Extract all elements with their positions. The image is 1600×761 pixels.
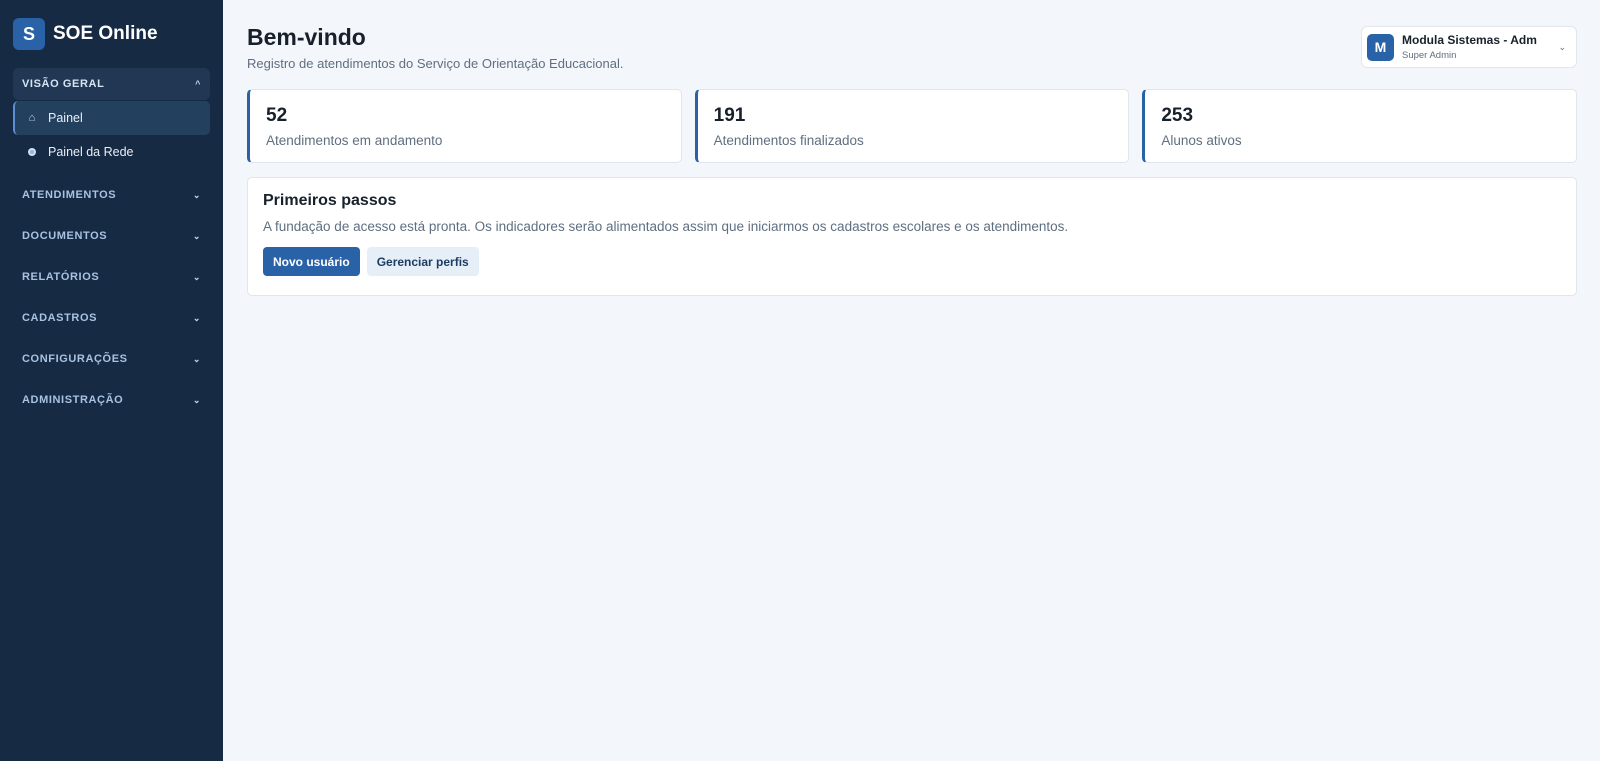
- nav-group-atendimentos: ATENDIMENTOS ⌄: [13, 179, 210, 211]
- brand-logo: S: [13, 18, 45, 50]
- group-label: ADMINISTRAÇÃO: [22, 394, 124, 406]
- panel-text: A fundação de acesso está pronta. Os ind…: [263, 219, 1069, 234]
- nav-group-visao-geral: VISÃO GERAL ^: [13, 68, 210, 100]
- avatar: M: [1367, 33, 1394, 61]
- brand[interactable]: S SOE Online: [0, 18, 223, 50]
- user-role: Super Admin: [1402, 50, 1457, 61]
- group-label: DOCUMENTOS: [22, 230, 108, 242]
- group-header-atendimentos[interactable]: ATENDIMENTOS ⌄: [13, 179, 210, 211]
- new-user-button[interactable]: Novo usuário: [263, 247, 360, 276]
- user-name: Modula Sistemas - Adm: [1402, 33, 1537, 47]
- nav-group-administracao: ADMINISTRAÇÃO ⌄: [13, 384, 210, 416]
- group-header-cadastros[interactable]: CADASTROS ⌄: [13, 302, 210, 334]
- stat-card-em-andamento: 52 Atendimentos em andamento: [247, 89, 682, 163]
- stat-label: Alunos ativos: [1161, 133, 1242, 148]
- brand-name: SOE Online: [53, 23, 158, 44]
- stats-row: 52 Atendimentos em andamento 191 Atendim…: [247, 89, 1578, 163]
- chevron-up-icon: ^: [195, 79, 201, 89]
- user-info: Modula Sistemas - Adm Super Admin: [1402, 33, 1558, 61]
- chevron-down-icon: ⌄: [1558, 41, 1566, 52]
- stat-card-finalizados: 191 Atendimentos finalizados: [694, 89, 1130, 163]
- sidebar-item-label: Painel: [48, 111, 83, 125]
- group-label: VISÃO GERAL: [22, 78, 105, 90]
- chevron-down-icon: ⌄: [192, 189, 201, 200]
- stat-label: Atendimentos em andamento: [266, 133, 443, 148]
- getting-started-panel: Primeiros passos A fundação de acesso es…: [247, 177, 1577, 296]
- stat-value: 191: [713, 105, 746, 126]
- chevron-down-icon: ⌄: [192, 271, 201, 282]
- nav-group-relatorios: RELATÓRIOS ⌄: [13, 261, 210, 293]
- stat-label: Atendimentos finalizados: [713, 133, 864, 148]
- main-content: Bem-vindo Registro de atendimentos do Se…: [223, 0, 1600, 761]
- group-label: RELATÓRIOS: [22, 271, 100, 283]
- sidebar: S SOE Online VISÃO GERAL ^ ⌂ Painel Pain…: [0, 0, 223, 761]
- chevron-down-icon: ⌄: [192, 312, 201, 323]
- chevron-down-icon: ⌄: [192, 353, 201, 364]
- home-icon: ⌂: [28, 112, 36, 124]
- panel-actions: Novo usuário Gerenciar perfis: [263, 247, 1561, 276]
- sidebar-item-painel-da-rede[interactable]: Painel da Rede: [13, 135, 210, 169]
- group-header-configuracoes[interactable]: CONFIGURAÇÕES ⌄: [13, 343, 210, 375]
- sidebar-item-painel[interactable]: ⌂ Painel: [13, 101, 210, 135]
- group-header-visao-geral[interactable]: VISÃO GERAL ^: [13, 68, 210, 100]
- stat-card-alunos-ativos: 253 Alunos ativos: [1142, 89, 1578, 163]
- chevron-down-icon: ⌄: [192, 394, 201, 405]
- group-label: ATENDIMENTOS: [22, 189, 117, 201]
- group-label: CONFIGURAÇÕES: [22, 353, 128, 365]
- group-label: CADASTROS: [22, 312, 98, 324]
- group-header-documentos[interactable]: DOCUMENTOS ⌄: [13, 220, 210, 252]
- nav-group-documentos: DOCUMENTOS ⌄: [13, 220, 210, 252]
- stat-value: 52: [266, 105, 288, 126]
- panel-title: Primeiros passos: [263, 192, 397, 209]
- user-menu[interactable]: M Modula Sistemas - Adm Super Admin ⌄: [1361, 26, 1577, 68]
- stat-value: 253: [1161, 105, 1194, 126]
- radio-dot-icon: [26, 148, 38, 156]
- manage-profiles-button[interactable]: Gerenciar perfis: [366, 247, 479, 276]
- group-header-relatorios[interactable]: RELATÓRIOS ⌄: [13, 261, 210, 293]
- group-header-administracao[interactable]: ADMINISTRAÇÃO ⌄: [13, 384, 210, 416]
- nav-group-cadastros: CADASTROS ⌄: [13, 302, 210, 334]
- nav-group-configuracoes: CONFIGURAÇÕES ⌄: [13, 343, 210, 375]
- chevron-down-icon: ⌄: [192, 230, 201, 241]
- sidebar-item-label: Painel da Rede: [48, 145, 134, 159]
